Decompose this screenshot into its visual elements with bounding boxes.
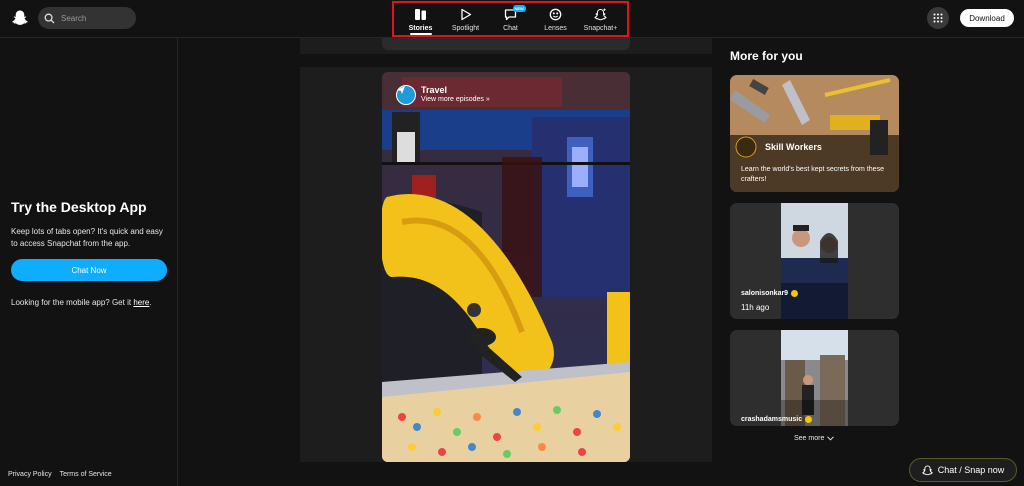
chat-now-button[interactable]: Chat Now xyxy=(11,259,167,281)
card-username: salonisonkar9 xyxy=(741,290,799,297)
grid-icon xyxy=(933,13,943,23)
tab-spotlight-label: Spotlight xyxy=(451,25,480,32)
mobile-app-text: Looking for the mobile app? Get it here. xyxy=(11,297,169,309)
tab-chat[interactable]: NEW Chat xyxy=(489,3,533,35)
search-icon xyxy=(44,13,55,23)
card-description: Learn the world's best kept secrets from… xyxy=(741,166,884,183)
more-for-you-title: More for you xyxy=(730,49,803,63)
verified-icon xyxy=(805,416,813,423)
apps-grid-button[interactable] xyxy=(927,7,949,29)
card-thumbnail xyxy=(730,330,899,426)
channel-name: Travel xyxy=(421,85,448,95)
search-input[interactable] xyxy=(61,13,131,23)
active-tab-indicator xyxy=(409,33,432,35)
previous-story-card[interactable] xyxy=(300,38,712,54)
recommended-card[interactable]: Skill Workers Learn the world's best kep… xyxy=(730,75,899,192)
main-nav: Stories Spotlight NEW Chat Lenses Snapch… xyxy=(392,1,629,37)
footer: Privacy Policy Terms of Service xyxy=(8,471,112,478)
tab-stories[interactable]: Stories xyxy=(399,3,443,35)
snapchat-web-app: Stories Spotlight NEW Chat xyxy=(0,0,1024,486)
download-button[interactable]: Download xyxy=(960,9,1014,27)
card-title: Skill Workers xyxy=(765,142,822,152)
snapchat-logo-icon[interactable] xyxy=(11,9,29,27)
story-panel: Travel View more episodes » xyxy=(300,67,712,462)
recommended-card[interactable]: salonisonkar9 11h ago xyxy=(730,203,899,319)
ghost-icon xyxy=(922,464,933,475)
left-sidebar: Try the Desktop App Keep lots of tabs op… xyxy=(0,38,178,486)
mobile-app-prompt: Looking for the mobile app? Get it xyxy=(11,298,132,307)
story-channel[interactable]: Travel View more episodes » xyxy=(396,85,490,105)
card-timestamp: 11h ago xyxy=(741,303,770,312)
card-username-text: salonisonkar9 xyxy=(741,290,789,297)
see-more-button[interactable]: See more xyxy=(794,435,835,442)
chevron-down-icon xyxy=(827,436,835,441)
privacy-policy-link[interactable]: Privacy Policy xyxy=(8,471,52,478)
promo-description: Keep lots of tabs open? It's quick and e… xyxy=(11,227,163,248)
recommended-card[interactable]: crashadamsmusic xyxy=(730,330,899,426)
tab-snapchat-plus-label: Snapchat+ xyxy=(583,25,618,32)
plane-icon xyxy=(397,86,405,94)
mobile-app-period: . xyxy=(149,298,152,307)
see-more-label: See more xyxy=(794,435,825,442)
card-username: crashadamsmusic xyxy=(741,416,813,423)
card-thumbnail xyxy=(730,203,899,319)
stories-icon xyxy=(415,9,426,20)
view-more-episodes-link[interactable]: View more episodes » xyxy=(421,96,490,103)
mobile-app-link[interactable]: here xyxy=(133,298,149,307)
previous-story-thumbnail xyxy=(382,38,630,50)
verified-icon xyxy=(791,290,799,297)
tab-lenses-label: Lenses xyxy=(544,25,567,32)
promo-title: Try the Desktop App xyxy=(11,199,147,215)
chat-snap-now-label: Chat / Snap now xyxy=(937,465,1005,475)
story-video[interactable]: Travel View more episodes » xyxy=(382,72,630,462)
tab-chat-label: Chat xyxy=(503,25,518,32)
tab-lenses[interactable]: Lenses xyxy=(534,3,578,35)
tab-stories-label: Stories xyxy=(408,25,433,32)
card-username-text: crashadamsmusic xyxy=(741,416,803,423)
channel-info: Travel View more episodes » xyxy=(421,85,490,103)
tab-spotlight[interactable]: Spotlight xyxy=(444,3,488,35)
spotlight-icon xyxy=(461,8,472,21)
chat-snap-now-button[interactable]: Chat / Snap now xyxy=(909,458,1017,482)
story-video-frame xyxy=(382,72,630,462)
search-box[interactable] xyxy=(38,7,136,29)
new-badge: NEW xyxy=(512,5,526,12)
channel-avatar xyxy=(396,85,416,105)
lenses-icon xyxy=(549,8,562,21)
top-bar: Stories Spotlight NEW Chat xyxy=(0,0,1024,38)
snapchat-plus-icon xyxy=(594,8,607,21)
terms-of-service-link[interactable]: Terms of Service xyxy=(60,471,112,478)
tab-snapchat-plus[interactable]: Snapchat+ xyxy=(579,3,623,35)
